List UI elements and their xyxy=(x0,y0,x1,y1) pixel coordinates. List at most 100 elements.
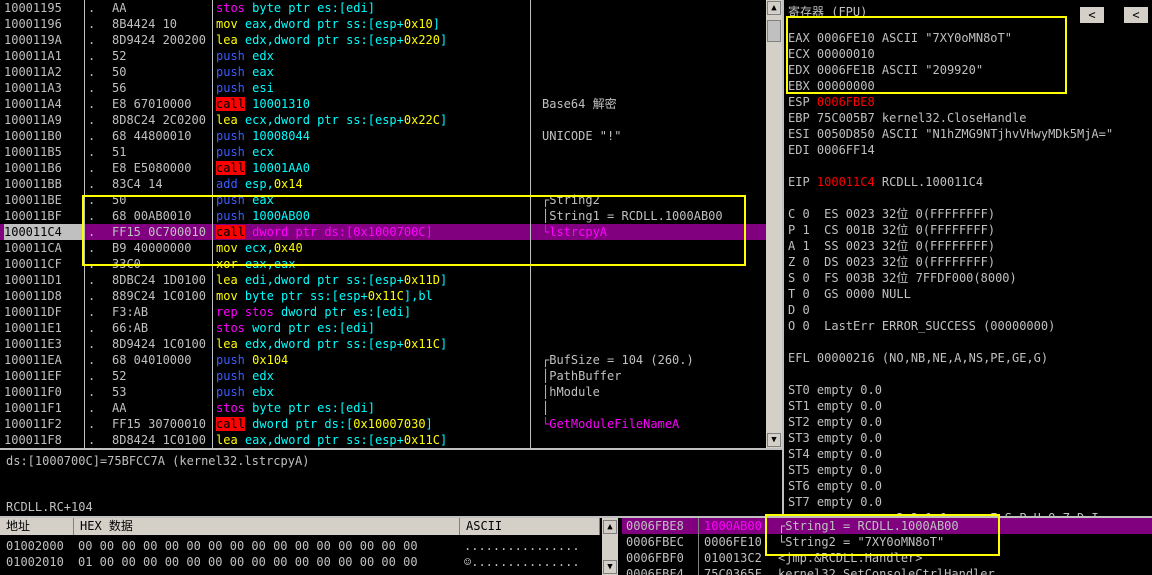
disasm-hex: 8D8424 1C0100 xyxy=(112,433,206,447)
register-line[interactable]: Z 0 DS 0023 32位 0(FFFFFFFF) xyxy=(788,254,995,270)
disasm-operands: edx xyxy=(252,49,274,63)
disassembly-scrollbar[interactable]: ▲ ▼ xyxy=(766,0,782,448)
disasm-instruction: lea edx,dword ptr ss:[esp+0x11C] xyxy=(216,336,528,352)
stack-row[interactable]: 0006FBF4 75C0365F kernel32.SetConsoleCtrlH… xyxy=(622,566,1152,575)
scroll-down-icon[interactable]: ▼ xyxy=(603,560,617,574)
dump-row[interactable]: 01002010 01 00 00 00 00 00 00 00 00 00 00… xyxy=(6,554,602,570)
disasm-row[interactable]: 100011D1. 8DBC24 1D0100 lea edi,dword ptr … xyxy=(0,272,766,288)
disasm-row[interactable]: 10001196. 8B4424 10 mov eax,dword ptr ss:[… xyxy=(0,16,766,32)
register-line[interactable]: EBP 75C005B7 kernel32.CloseHandle xyxy=(788,110,1026,126)
memory-dump-pane[interactable]: 地址 HEX 数据 ASCII 01002000 00 00 00 00 00 0… xyxy=(0,518,620,575)
disasm-comment: │hModule xyxy=(542,385,600,399)
register-line[interactable]: EFL 00000216 (NO,NB,NE,A,NS,PE,GE,G) xyxy=(788,350,1048,366)
disasm-row[interactable]: 100011D8. 889C24 1C0100 mov byte ptr ss:[e… xyxy=(0,288,766,304)
disasm-mnemonic: add xyxy=(216,177,238,191)
disasm-instruction: push edx xyxy=(216,368,528,384)
disasm-row[interactable]: 100011DF. F3:AB rep stos dword ptr es:[edi… xyxy=(0,304,766,320)
register-line[interactable]: S 0 FS 003B 32位 7FFDF000(8000) xyxy=(788,270,1017,286)
disasm-comment: UNICODE "!" xyxy=(542,129,622,143)
disasm-row[interactable]: 10001195. AA stos byte ptr es:[edi] xyxy=(0,0,766,16)
dump-header-hex[interactable]: HEX 数据 xyxy=(74,518,460,535)
dump-scrollbar[interactable]: ▲ ▼ xyxy=(602,518,618,575)
disasm-hex: 53 xyxy=(112,385,127,399)
register-line[interactable]: O 0 LastErr ERROR_SUCCESS (00000000) xyxy=(788,318,1055,334)
scroll-thumb[interactable] xyxy=(767,20,781,42)
disasm-hex: 68 04010000 xyxy=(112,353,192,367)
disasm-row[interactable]: 100011F1. AA stos byte ptr es:[edi] │ xyxy=(0,400,766,416)
dump-address: 01002000 xyxy=(6,539,64,553)
register-line[interactable]: ST7 empty 0.0 xyxy=(788,494,882,510)
disasm-marker: . xyxy=(88,17,96,31)
disasm-row[interactable]: 100011A1. 52 push edx xyxy=(0,48,766,64)
disasm-row[interactable]: 100011EF. 52 push edx │PathBuffer xyxy=(0,368,766,384)
register-line[interactable]: ESP 0006FBE8 xyxy=(788,94,875,110)
register-line[interactable]: ST1 empty 0.0 xyxy=(788,398,882,414)
disasm-row[interactable]: 100011EA. 68 04010000 push 0x104 ┌BufSize =… xyxy=(0,352,766,368)
disasm-row[interactable]: 100011A3. 56 push esi xyxy=(0,80,766,96)
register-line[interactable]: T 0 GS 0000 NULL xyxy=(788,286,911,302)
disasm-marker: . xyxy=(88,273,96,287)
dump-row[interactable]: 01002000 00 00 00 00 00 00 00 00 00 00 00… xyxy=(6,538,602,554)
register-line[interactable]: C 0 ES 0023 32位 0(FFFFFFFF) xyxy=(788,206,995,222)
disasm-row[interactable]: 100011BB. 83C4 14 add esp,0x14 xyxy=(0,176,766,192)
info-line-1: ds:[1000700C]=75BFCC7A (kernel32.lstrcpy… xyxy=(6,454,310,468)
register-line[interactable]: ESI 0050D850 ASCII "N1hZMG9NTjhvVHwyMDk5… xyxy=(788,126,1113,142)
disasm-operands: esp,0x14 xyxy=(244,177,303,191)
registers-prev-button[interactable]: < xyxy=(1080,7,1104,23)
disasm-row[interactable]: 100011A4. E8 67010000 call 10001310 Base64 … xyxy=(0,96,766,112)
register-line[interactable]: ST2 empty 0.0 xyxy=(788,414,882,430)
disasm-row[interactable]: 100011E3. 8D9424 1C0100 lea edx,dword ptr … xyxy=(0,336,766,352)
disasm-operands: word ptr es:[edi] xyxy=(252,321,375,335)
disasm-hex: AA xyxy=(112,1,127,15)
disasm-row[interactable]: 100011A2. 50 push eax xyxy=(0,64,766,80)
register-line[interactable]: ST4 empty 0.0 xyxy=(788,446,882,462)
disasm-operands: ecx xyxy=(252,145,274,159)
disasm-mnemonic: push xyxy=(216,369,245,383)
disasm-instruction: add esp,0x14 xyxy=(216,176,528,192)
info-pane: ds:[1000700C]=75BFCC7A (kernel32.lstrcpy… xyxy=(0,450,782,516)
disasm-marker: . xyxy=(88,161,96,175)
register-line[interactable]: EDI 0006FF14 xyxy=(788,142,875,158)
disasm-row[interactable]: 100011F2. FF15 30700010 call dword ptr ds:… xyxy=(0,416,766,432)
dump-header-ascii[interactable]: ASCII xyxy=(460,518,600,535)
disasm-row[interactable]: 100011B6. E8 E5080000 call 10001AA0 xyxy=(0,160,766,176)
disasm-address: 100011A4 xyxy=(4,97,62,111)
dump-header-address[interactable]: 地址 xyxy=(0,518,74,535)
disasm-row[interactable]: 100011A9. 8D8C24 2C0200 lea ecx,dword ptr … xyxy=(0,112,766,128)
disasm-operands: 0x104 xyxy=(252,353,289,367)
disasm-row[interactable]: 1000119A. 8D9424 200200 lea edx,dword ptr … xyxy=(0,32,766,48)
disasm-marker: . xyxy=(88,33,96,47)
scroll-up-icon[interactable]: ▲ xyxy=(767,1,781,15)
register-line[interactable]: ST6 empty 0.0 xyxy=(788,478,882,494)
disasm-marker: . xyxy=(88,65,96,79)
disasm-address: 100011F2 xyxy=(4,417,62,431)
disasm-marker: . xyxy=(88,289,96,303)
dump-ascii: ................ xyxy=(464,539,580,553)
disasm-operands: ecx,dword ptr ss:[esp+0x22C] xyxy=(244,113,448,127)
disasm-instruction: lea edx,dword ptr ss:[esp+0x220] xyxy=(216,32,528,48)
register-line[interactable]: ST5 empty 0.0 xyxy=(788,462,882,478)
disasm-hex: E8 67010000 xyxy=(112,97,192,111)
stack-address: 0006FBF4 xyxy=(626,567,684,575)
disasm-row[interactable]: 100011E1. 66:AB stos word ptr es:[edi] xyxy=(0,320,766,336)
dump-ascii: ☺............... xyxy=(464,555,580,569)
scroll-down-icon[interactable]: ▼ xyxy=(767,433,781,447)
register-line[interactable]: ST0 empty 0.0 xyxy=(788,382,882,398)
disasm-row[interactable]: 100011F0. 53 push ebx │hModule xyxy=(0,384,766,400)
register-line[interactable]: P 1 CS 001B 32位 0(FFFFFFFF) xyxy=(788,222,995,238)
registers-next-button[interactable]: < xyxy=(1124,7,1148,23)
dump-hex: 00 00 00 00 00 00 00 00 00 00 00 00 00 0… xyxy=(78,539,418,553)
register-line[interactable]: A 1 SS 0023 32位 0(FFFFFFFF) xyxy=(788,238,995,254)
scroll-up-icon[interactable]: ▲ xyxy=(603,520,617,534)
register-line[interactable]: ST3 empty 0.0 xyxy=(788,430,882,446)
register-line[interactable]: D 0 xyxy=(788,302,810,318)
stack-address: 0006FBE8 xyxy=(626,519,684,533)
register-line[interactable]: EIP 100011C4 RCDLL.100011C4 xyxy=(788,174,983,190)
stack-value: 0006FE10 xyxy=(704,535,762,549)
disasm-row[interactable]: 100011B5. 51 push ecx xyxy=(0,144,766,160)
disasm-mnemonic: stos xyxy=(216,321,245,335)
disasm-address: 10001196 xyxy=(4,17,62,31)
disasm-row[interactable]: 100011F8. 8D8424 1C0100 lea eax,dword ptr … xyxy=(0,432,766,448)
column-separator xyxy=(698,518,699,575)
disasm-row[interactable]: 100011B0. 68 44800010 push 10008044 UNICODE… xyxy=(0,128,766,144)
